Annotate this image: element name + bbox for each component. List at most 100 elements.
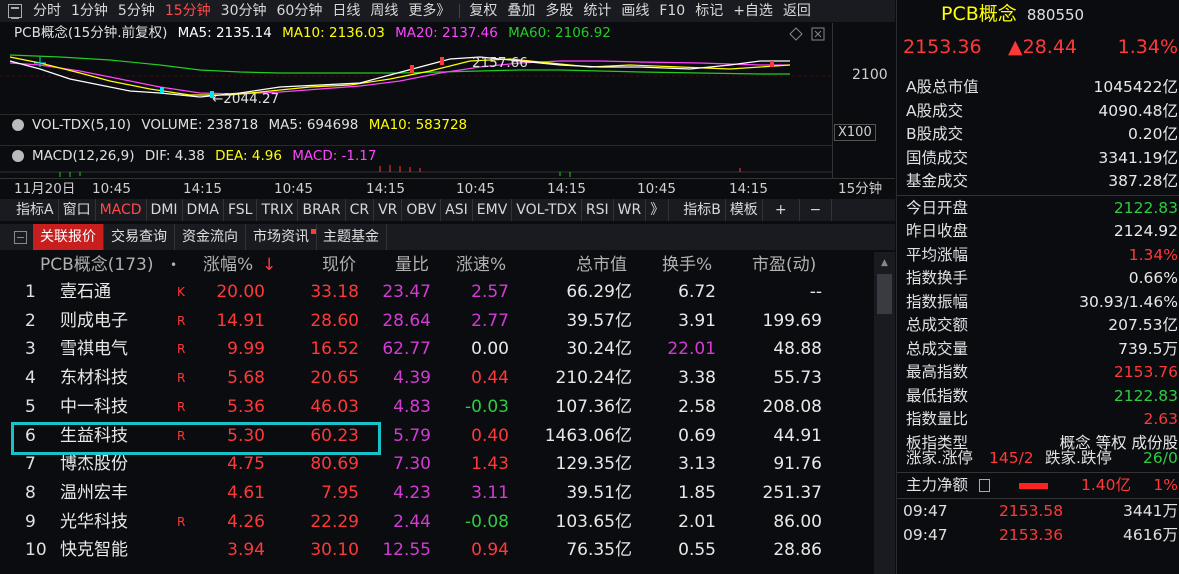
tab-market-news[interactable]: 市场资讯 — [246, 224, 317, 250]
indicator-item[interactable]: VOL-TDX — [512, 199, 582, 221]
stock-name[interactable]: 快克智能 — [60, 536, 128, 565]
ma20-readout: MA20: 2137.46 — [395, 25, 498, 41]
col-price[interactable]: 现价 — [322, 252, 356, 278]
table-row[interactable]: 2 则成电子 R 14.91 28.60 28.64 2.77 39.57亿 3.91 199.6… — [0, 307, 872, 336]
table-row[interactable]: 1 壹石通 K 20.00 33.18 23.47 2.57 66.29亿 6.72 -- — [0, 278, 872, 307]
stat-value: 30.93/1.46% — [1079, 292, 1178, 311]
tab-trade-query[interactable]: 交易查询 — [104, 224, 175, 250]
indicator-item[interactable]: VR — [374, 199, 403, 221]
stat-label: 昨日收盘 — [906, 222, 969, 240]
time-axis-tick: 10:45 — [456, 181, 495, 197]
cap-cell: 76.35亿 — [566, 540, 632, 561]
indicator-item[interactable]: TRIX — [257, 199, 299, 221]
indicator-item[interactable]: DMA — [183, 199, 224, 221]
menu-item[interactable]: 叠加 — [502, 0, 540, 22]
table-row[interactable]: 8 温州宏丰 4.61 7.95 4.23 3.11 39.51亿 1.85 251.37 — [0, 479, 872, 508]
menu-item[interactable]: 1分钟 — [66, 0, 113, 22]
price-cell: 46.03 — [310, 396, 359, 417]
menu-item[interactable]: 复权 — [464, 0, 502, 22]
stat-label: 国债成交 — [906, 148, 969, 167]
indicator-item[interactable]: 指标B — [679, 199, 726, 221]
table-row[interactable]: 10 快克智能 3.94 30.10 12.55 0.94 76.35亿 0.55 28.86 — [0, 536, 872, 565]
stock-name[interactable]: 中一科技 — [60, 393, 128, 422]
cap-cell: 210.24亿 — [555, 368, 632, 389]
macd-label[interactable]: MACD(12,26,9) — [32, 148, 135, 164]
tick-price: 2153.58 — [999, 502, 1064, 520]
indicator-item[interactable]: DMI — [147, 199, 183, 221]
tab-fund-flow[interactable]: 资金流向 — [175, 224, 246, 250]
tab-related-quotes[interactable]: 关联报价 — [33, 224, 104, 250]
table-row[interactable]: 3 雪祺电气 R 9.99 16.52 62.77 0.00 30.24亿 22.01 48.88 — [0, 335, 872, 364]
col-cap[interactable]: 总市值 — [576, 252, 627, 278]
stat-value: 2124.92 — [1113, 222, 1178, 240]
speed-cell: 0.00 — [471, 339, 509, 360]
menu-item[interactable]: 多股 — [540, 0, 578, 22]
indicator-item[interactable]: EMV — [473, 199, 513, 221]
indicator-item[interactable]: CR — [346, 199, 375, 221]
tab-theme-fund[interactable]: 主题基金 — [316, 224, 387, 250]
stock-name[interactable]: 温州宏丰 — [60, 479, 128, 508]
indicator-more[interactable]: 》 — [646, 199, 670, 221]
table-row[interactable]: 4 东材科技 R 5.68 20.65 4.39 0.44 210.24亿 3.38 55.73 — [0, 364, 872, 393]
settings-icon[interactable] — [12, 119, 24, 131]
indicator-item[interactable]: BRAR — [298, 199, 346, 221]
menu-item[interactable]: 30分钟 — [216, 0, 272, 22]
menu-item[interactable]: 分时 — [28, 0, 66, 22]
table-row[interactable]: 9 光华科技 R 4.26 22.29 2.44 -0.08 103.65亿 2.01 86.00 — [0, 508, 872, 537]
indicator-item-active[interactable]: MACD — [96, 199, 147, 221]
stat-row: 平均涨幅 1.34% — [897, 244, 1179, 268]
menu-item[interactable]: 5分钟 — [113, 0, 160, 22]
menu-item[interactable]: 画线 — [616, 0, 654, 22]
menu-item[interactable]: 日线 — [327, 0, 365, 22]
col-chg[interactable]: 涨幅% — [203, 252, 253, 278]
menu-item[interactable]: 返回 — [778, 0, 816, 22]
col-pe[interactable]: 市盈(动) — [752, 252, 816, 278]
stock-name[interactable]: 则成电子 — [60, 307, 128, 336]
table-scrollbar[interactable]: ▲ — [874, 252, 895, 574]
vol-ratio-cell: 12.55 — [382, 540, 431, 561]
menu-item[interactable]: 周线 — [365, 0, 403, 22]
menu-item[interactable]: 更多》 — [403, 0, 455, 22]
stock-name[interactable]: 东材科技 — [60, 364, 128, 393]
diamond-icon[interactable] — [789, 27, 803, 41]
minimize-icon[interactable] — [14, 230, 27, 244]
menu-item[interactable]: 标记 — [690, 0, 728, 22]
menu-item[interactable]: +自选 — [728, 0, 778, 22]
tick-row: 09:47 2153.58 3441万 — [897, 500, 1179, 524]
stock-name[interactable]: 壹石通 — [60, 278, 111, 307]
remove-window-button[interactable]: − — [800, 199, 833, 221]
indicator-item[interactable]: OBV — [402, 199, 442, 221]
menu-item[interactable]: F10 — [654, 0, 690, 22]
col-vol-ratio[interactable]: 量比 — [395, 252, 429, 278]
tick-time: 09:47 — [903, 502, 948, 520]
scroll-thumb[interactable] — [877, 274, 892, 314]
menu-item[interactable]: 统计 — [578, 0, 616, 22]
indicator-item[interactable]: WR — [614, 199, 647, 221]
document-icon[interactable] — [979, 478, 990, 492]
time-axis-tick: 10:45 — [92, 181, 131, 197]
col-turnover[interactable]: 换手% — [662, 252, 712, 278]
indicator-item[interactable]: 指标A — [0, 199, 59, 221]
vol-label[interactable]: VOL-TDX(5,10) — [32, 117, 131, 133]
menu-item[interactable]: 60分钟 — [272, 0, 328, 22]
stock-name[interactable]: 光华科技 — [60, 508, 128, 537]
add-window-button[interactable]: + — [763, 199, 800, 221]
col-name[interactable]: PCB概念(173) — [40, 252, 154, 278]
index-pct: 1.34% — [1117, 36, 1178, 58]
indicator-item[interactable]: 窗口 — [59, 199, 96, 221]
indicator-item[interactable]: 模板 — [726, 199, 763, 221]
kline-title[interactable]: PCB概念(15分钟.前复权) — [14, 25, 167, 41]
menu-item-active[interactable]: 15分钟 — [160, 0, 216, 22]
scroll-up-icon[interactable]: ▲ — [877, 256, 892, 270]
settings-icon[interactable] — [12, 150, 24, 162]
stat-label: 最高指数 — [906, 363, 969, 381]
indicator-item[interactable]: FSL — [224, 199, 258, 221]
col-speed[interactable]: 涨速% — [456, 252, 506, 278]
time-axis-tick: 10:45 — [637, 181, 676, 197]
stock-name[interactable]: 雪祺电气 — [60, 335, 128, 364]
indicator-item[interactable]: ASI — [441, 199, 473, 221]
table-row[interactable]: 5 中一科技 R 5.36 46.03 4.83 -0.03 107.36亿 2.58 208.0… — [0, 393, 872, 422]
period-label[interactable]: 15分钟 — [838, 179, 882, 199]
list-icon[interactable] — [8, 4, 22, 19]
indicator-item[interactable]: RSI — [582, 199, 614, 221]
